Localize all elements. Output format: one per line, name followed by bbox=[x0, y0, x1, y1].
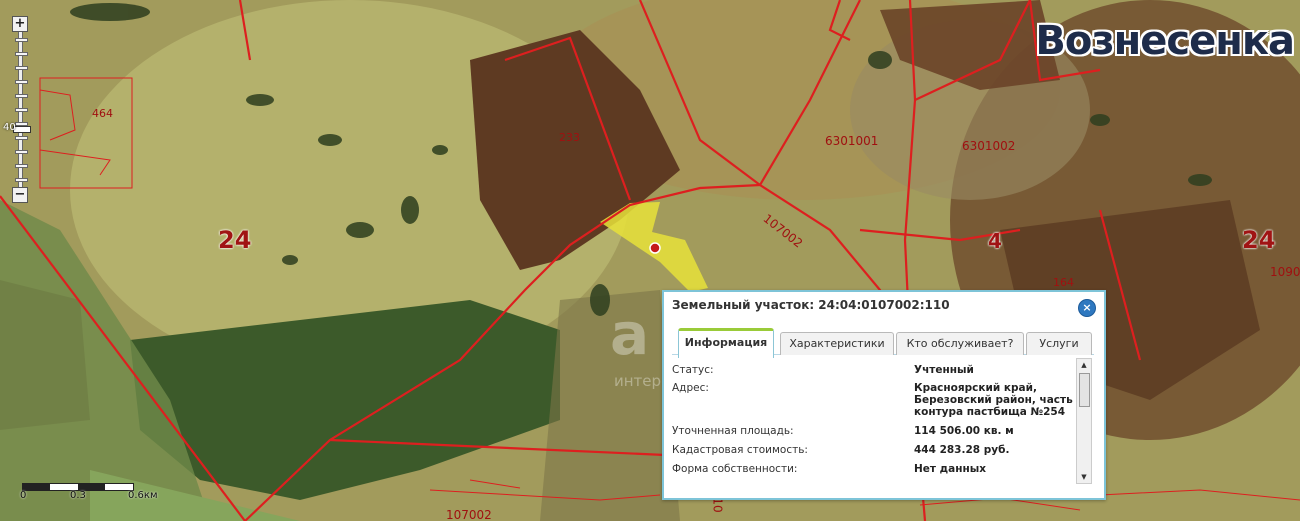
parcel-label: 233 bbox=[559, 131, 580, 144]
scroll-up-icon[interactable]: ▲ bbox=[1077, 359, 1091, 371]
field-value: Учтенный bbox=[914, 364, 974, 376]
tab-who-serves[interactable]: Кто обслуживает? bbox=[896, 332, 1024, 355]
location-marker bbox=[649, 242, 661, 254]
zoom-control: + 40 − bbox=[3, 16, 31, 203]
field-value: 444 283.28 руб. bbox=[914, 444, 1010, 456]
scale-bar: 0 0.3 0.6км bbox=[20, 480, 170, 504]
parcel-info-popup: Земельный участок: 24:04:0107002:110 × И… bbox=[662, 290, 1106, 500]
tab-services[interactable]: Услуги bbox=[1026, 332, 1092, 355]
zoom-in-button[interactable]: + bbox=[12, 16, 28, 32]
scale-tick: 0.6км bbox=[128, 490, 158, 501]
edge-label: 1090 bbox=[1270, 265, 1300, 279]
popup-tabs: Информация Характеристики Кто обслуживае… bbox=[672, 328, 1094, 358]
field-value: 114 506.00 кв. м bbox=[914, 425, 1014, 437]
scale-tick: 0 bbox=[20, 490, 27, 501]
field-label: Статус: bbox=[672, 364, 714, 376]
field-label: Форма собственности: bbox=[672, 463, 798, 475]
scale-tick: 0.3 bbox=[70, 490, 86, 501]
popup-scrollbar[interactable]: ▲ ▼ bbox=[1076, 358, 1092, 484]
popup-content: Статус: Учтенный Адрес: Красноярский кра… bbox=[672, 356, 1076, 482]
zoom-out-button[interactable]: − bbox=[12, 187, 28, 203]
field-label: Адрес: bbox=[672, 382, 709, 394]
field-label: Кадастровая стоимость: bbox=[672, 444, 808, 456]
parcel-label: 6301002 bbox=[962, 139, 1016, 153]
parcel-label: 464 bbox=[92, 107, 113, 120]
field-value: Красноярский край, Березовский район, ча… bbox=[914, 382, 1073, 418]
parcel-label: 6301001 bbox=[825, 134, 879, 148]
region-label: 24 bbox=[1242, 226, 1276, 254]
tab-info[interactable]: Информация bbox=[678, 328, 774, 358]
zoom-level: 40 bbox=[3, 122, 16, 133]
watermark: a bbox=[610, 300, 652, 368]
parcel-label: 164 bbox=[1053, 276, 1074, 289]
field-label: Уточненная площадь: bbox=[672, 425, 794, 437]
scroll-thumb[interactable] bbox=[1079, 373, 1090, 407]
scroll-down-icon[interactable]: ▼ bbox=[1077, 471, 1091, 483]
tab-characteristics[interactable]: Характеристики bbox=[780, 332, 894, 355]
parcel-label: 107002 bbox=[446, 508, 492, 521]
region-label: 24 bbox=[218, 226, 252, 254]
field-value: Нет данных bbox=[914, 463, 986, 475]
town-name: Вознесенка bbox=[1035, 18, 1295, 64]
region-label: 4 bbox=[988, 229, 1002, 253]
popup-title: Земельный участок: 24:04:0107002:110 bbox=[672, 298, 950, 312]
close-button[interactable]: × bbox=[1078, 299, 1096, 317]
zoom-slider[interactable] bbox=[13, 32, 31, 188]
